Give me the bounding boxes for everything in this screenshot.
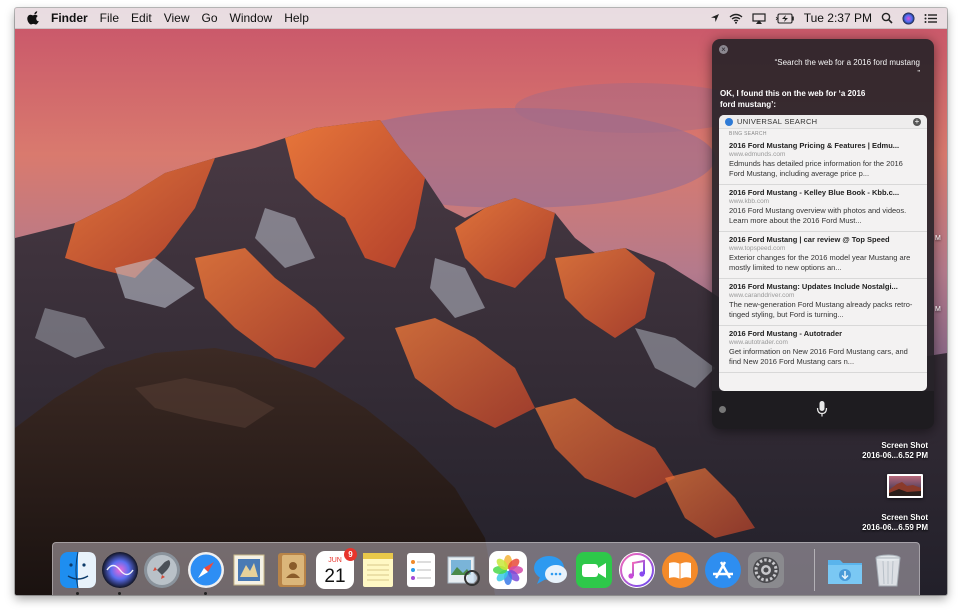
- app-store-icon[interactable]: [704, 551, 742, 589]
- photos-icon[interactable]: [489, 551, 527, 589]
- desktop-file-screenshot[interactable]: Screen Shot 2016-06...6.59 PM: [862, 513, 928, 533]
- notification-center-icon[interactable]: [924, 13, 937, 24]
- siri-icon[interactable]: [902, 12, 915, 25]
- calendar-badge: 9: [344, 548, 357, 561]
- result-description: Get information on New 2016 Ford Mustang…: [729, 347, 908, 366]
- result-url: www.edmunds.com: [729, 151, 786, 158]
- microphone-icon[interactable]: [816, 400, 828, 418]
- result-title[interactable]: 2016 Ford Mustang | car review @ Top Spe…: [729, 235, 917, 245]
- menu-view[interactable]: View: [164, 11, 190, 25]
- result-description: Edmunds has detailed price information f…: [729, 159, 903, 178]
- menu-help[interactable]: Help: [284, 11, 309, 25]
- apple-logo-icon[interactable]: [27, 11, 41, 25]
- airplay-icon[interactable]: [752, 12, 766, 24]
- system-preferences-icon[interactable]: [747, 551, 785, 589]
- siri-close-icon[interactable]: ×: [719, 45, 728, 54]
- finder-running-indicator: [76, 592, 79, 595]
- result-url: www.caranddriver.com: [729, 292, 795, 299]
- messages-icon[interactable]: [532, 551, 570, 589]
- result-description: The new-generation Ford Mustang already …: [729, 300, 913, 319]
- thumbnail-mountain-image: [889, 482, 921, 496]
- desktop-file-screenshot[interactable]: Screen Shot 2016-06...6.52 PM: [862, 441, 928, 461]
- card-header: UNIVERSAL SEARCH +: [719, 115, 927, 129]
- result-url: www.kbb.com: [729, 198, 770, 205]
- reminders-icon[interactable]: [402, 551, 440, 589]
- result-description: 2016 Ford Mustang overview with photos a…: [729, 206, 907, 225]
- calendar-month: JUN: [328, 557, 342, 564]
- siri-help-icon[interactable]: [719, 406, 726, 413]
- menu-app-finder[interactable]: Finder: [51, 11, 88, 25]
- location-icon[interactable]: [710, 13, 720, 23]
- facetime-icon[interactable]: [575, 551, 613, 589]
- menu-clock[interactable]: Tue 2:37 PM: [804, 11, 872, 25]
- menu-edit[interactable]: Edit: [131, 11, 152, 25]
- finder-icon[interactable]: [59, 551, 97, 589]
- desktop-edge-label: M: [935, 306, 941, 313]
- contacts-icon[interactable]: [273, 551, 311, 589]
- menu-bar: Finder File Edit View Go Window Help Tue…: [15, 8, 947, 29]
- result-url: www.topspeed.com: [729, 245, 786, 252]
- menu-file[interactable]: File: [100, 11, 119, 25]
- result-title[interactable]: 2016 Ford Mustang: Updates Include Nosta…: [729, 282, 917, 292]
- search-result[interactable]: 2016 Ford Mustang - Kelley Blue Book - K…: [719, 185, 927, 232]
- result-url: www.autotrader.com: [729, 339, 788, 346]
- spotlight-icon[interactable]: [881, 12, 893, 24]
- result-title[interactable]: 2016 Ford Mustang Pricing & Features | E…: [729, 141, 917, 151]
- dock: JUN 21 9: [52, 542, 920, 595]
- launchpad-icon[interactable]: [143, 551, 181, 589]
- file-name-line1: Screen Shot: [881, 513, 928, 522]
- trash-icon[interactable]: [869, 551, 907, 589]
- file-name-line2: 2016-06...6.52 PM: [862, 451, 928, 460]
- siri-running-indicator: [118, 592, 121, 595]
- itunes-icon[interactable]: [618, 551, 656, 589]
- calendar-day: 21: [324, 566, 345, 587]
- mail-icon[interactable]: [230, 551, 268, 589]
- wifi-icon[interactable]: [729, 13, 743, 24]
- preview-icon[interactable]: [445, 551, 483, 589]
- add-to-notification-center-icon[interactable]: +: [913, 117, 921, 126]
- result-title[interactable]: 2016 Ford Mustang - Autotrader: [729, 329, 917, 339]
- file-name-line2: 2016-06...6.59 PM: [862, 523, 928, 532]
- search-results-card: UNIVERSAL SEARCH + BING SEARCH 2016 Ford…: [719, 115, 927, 391]
- menu-go[interactable]: Go: [202, 11, 218, 25]
- siri-bottom-bar: [712, 391, 934, 429]
- card-title: UNIVERSAL SEARCH: [737, 117, 818, 126]
- desktop-edge-label: M: [935, 235, 941, 242]
- universal-search-icon: [725, 117, 733, 126]
- siri-icon[interactable]: [101, 551, 139, 589]
- siri-query: “Search the web for a 2016 ford mustang …: [774, 58, 920, 78]
- file-name-line1: Screen Shot: [881, 441, 928, 450]
- menu-window[interactable]: Window: [230, 11, 273, 25]
- search-result[interactable]: 2016 Ford Mustang: Updates Include Nosta…: [719, 279, 927, 326]
- result-title[interactable]: 2016 Ford Mustang - Kelley Blue Book - K…: [729, 188, 917, 198]
- calendar-icon[interactable]: JUN 21 9: [316, 548, 357, 589]
- desktop-screen: Finder File Edit View Go Window Help Tue…: [15, 8, 947, 595]
- status-area: Tue 2:37 PM: [710, 11, 937, 25]
- safari-running-indicator: [204, 592, 207, 595]
- siri-reply: OK, I found this on the web for ‘a 2016 …: [720, 89, 866, 109]
- siri-panel: × “Search the web for a 2016 ford mustan…: [712, 39, 934, 429]
- screenshot-thumbnail[interactable]: [887, 474, 923, 498]
- battery-charging-icon[interactable]: [775, 12, 795, 24]
- ibooks-icon[interactable]: [661, 551, 699, 589]
- downloads-folder-icon[interactable]: [826, 551, 864, 589]
- search-result[interactable]: 2016 Ford Mustang Pricing & Features | E…: [719, 138, 927, 185]
- search-result[interactable]: 2016 Ford Mustang - Autotrader www.autot…: [719, 326, 927, 373]
- search-result[interactable]: 2016 Ford Mustang | car review @ Top Spe…: [719, 232, 927, 279]
- dock-separator: [814, 549, 815, 591]
- safari-icon[interactable]: [187, 551, 225, 589]
- card-subtitle: BING SEARCH: [729, 131, 767, 137]
- notes-icon[interactable]: [359, 551, 397, 589]
- result-description: Exterior changes for the 2016 model year…: [729, 253, 911, 272]
